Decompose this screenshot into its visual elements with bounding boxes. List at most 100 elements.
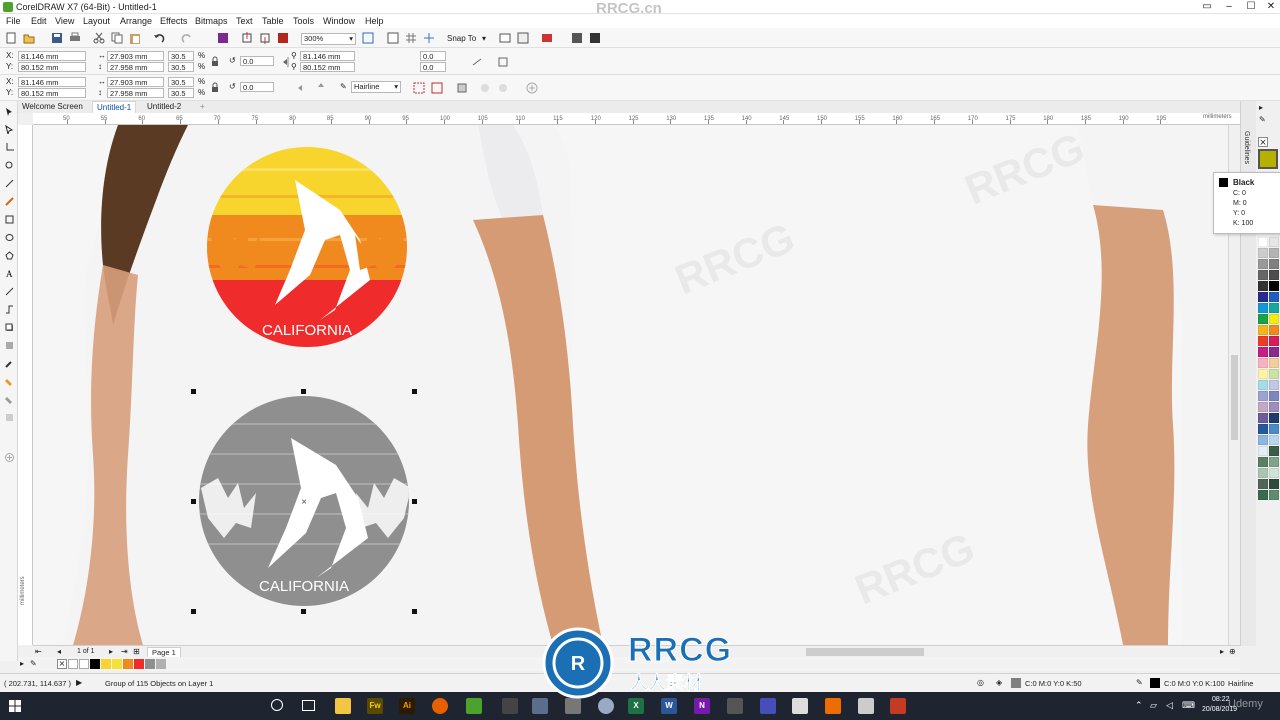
palette-swatch[interactable]: [1269, 380, 1279, 390]
eyedropper-tool-icon[interactable]: [5, 359, 14, 368]
paste-icon[interactable]: [128, 31, 142, 45]
onenote-icon[interactable]: N: [694, 698, 710, 714]
publish-pdf-icon[interactable]: [276, 31, 290, 45]
mirror-horizontal-icon[interactable]: [296, 81, 310, 95]
corel-content-icon[interactable]: [588, 31, 602, 45]
california-gray-emblem[interactable]: CALIFORNIA ×: [196, 393, 421, 615]
minimize-button[interactable]: –: [1218, 0, 1240, 14]
previous-page-icon[interactable]: ◂: [57, 647, 61, 656]
palette-swatch[interactable]: [1258, 424, 1268, 434]
palette-swatch[interactable]: [1258, 435, 1268, 445]
illustrator-icon[interactable]: Ai: [399, 698, 415, 714]
print-icon[interactable]: [68, 31, 82, 45]
palette-swatch[interactable]: [1269, 237, 1279, 247]
drawing-canvas[interactable]: CALIFORNIA CALIFORNIA × RRCG RRCG RRCG: [33, 125, 1228, 645]
show-rulers-icon[interactable]: [386, 31, 400, 45]
color-proofing-icon[interactable]: ◎: [977, 678, 984, 687]
new-document-icon[interactable]: [4, 31, 18, 45]
doc-swatch-yellow[interactable]: [101, 659, 111, 669]
menu-bitmaps[interactable]: Bitmaps: [195, 16, 228, 26]
palette-swatch[interactable]: [1269, 270, 1279, 280]
app-taskbar-icon[interactable]: [502, 698, 518, 714]
menu-window[interactable]: Window: [323, 16, 355, 26]
search-content-icon[interactable]: [216, 31, 230, 45]
app-taskbar-icon[interactable]: [890, 698, 906, 714]
scale-height-field-2[interactable]: 30.5: [168, 88, 194, 98]
menu-edit[interactable]: Edit: [31, 16, 47, 26]
tab-untitled-1[interactable]: Untitled-1: [92, 101, 137, 113]
vertical-scroll-thumb[interactable]: [1231, 355, 1238, 440]
rotation-angle-field[interactable]: 0.0: [240, 56, 274, 66]
tray-chevron-icon[interactable]: ⌃: [1135, 700, 1143, 711]
app-taskbar-icon[interactable]: [858, 698, 874, 714]
palette-swatch[interactable]: [1258, 292, 1268, 302]
no-color-swatch[interactable]: ⨯: [1258, 137, 1268, 147]
palette-swatch[interactable]: [1258, 380, 1268, 390]
palette-swatch[interactable]: [1269, 347, 1279, 357]
smart-fill-icon[interactable]: [5, 395, 14, 404]
palette-swatch[interactable]: [1258, 325, 1268, 335]
next-page-icon[interactable]: ▸: [109, 647, 113, 656]
transparency-tool-icon[interactable]: [5, 341, 14, 350]
application-launcher-icon[interactable]: [516, 31, 530, 45]
show-guidelines-icon[interactable]: [422, 31, 436, 45]
object-width-field-2[interactable]: 27.903 mm: [107, 77, 164, 87]
app-taskbar-icon[interactable]: [792, 698, 808, 714]
selection-handle[interactable]: [412, 499, 417, 504]
palette-swatch[interactable]: [1269, 303, 1279, 313]
zoom-navigator-icon[interactable]: ⊕: [1229, 647, 1236, 656]
word-icon[interactable]: W: [661, 698, 677, 714]
rotation-angle-field-2[interactable]: 0.0: [240, 82, 274, 92]
file-explorer-icon[interactable]: [335, 698, 351, 714]
doc-swatch-yellow[interactable]: [112, 659, 122, 669]
show-grid-icon[interactable]: [404, 31, 418, 45]
parallel-dimension-icon[interactable]: [5, 287, 14, 296]
clock-time[interactable]: 08:22: [1212, 696, 1230, 703]
app-taskbar-icon[interactable]: [760, 698, 776, 714]
redo-icon[interactable]: [180, 31, 194, 45]
lock-ratio-icon[interactable]: [208, 81, 222, 95]
object-width-field[interactable]: 27.903 mm: [107, 51, 164, 61]
last-page-icon[interactable]: ⇥: [121, 647, 128, 656]
menu-view[interactable]: View: [55, 16, 74, 26]
app-taskbar-icon[interactable]: [825, 698, 841, 714]
rectangle-tool-icon[interactable]: [5, 215, 14, 224]
close-button[interactable]: ✕: [1260, 0, 1280, 14]
firefox-icon[interactable]: [432, 698, 448, 714]
palette-swatch[interactable]: [1258, 358, 1268, 368]
palette-swatch[interactable]: [1258, 402, 1268, 412]
selection-handle[interactable]: [412, 609, 417, 614]
selection-handle[interactable]: [301, 609, 306, 614]
doc-swatch-gray[interactable]: [145, 659, 155, 669]
add-preset-icon[interactable]: [525, 81, 539, 95]
open-folder-icon[interactable]: [22, 31, 36, 45]
palette-swatch[interactable]: [1269, 457, 1279, 467]
cut-icon[interactable]: [92, 31, 106, 45]
palette-swatch[interactable]: [1269, 281, 1279, 291]
palette-swatch[interactable]: [1258, 391, 1268, 401]
zoom-level-field[interactable]: 300% ▾: [301, 33, 356, 45]
selection-handle[interactable]: [191, 389, 196, 394]
shape-tool-icon[interactable]: [5, 124, 14, 136]
palette-swatch[interactable]: [1269, 292, 1279, 302]
doc-swatch-gray[interactable]: [156, 659, 166, 669]
app-taskbar-icon[interactable]: [727, 698, 743, 714]
coreldraw-taskbar-icon[interactable]: [466, 698, 482, 714]
palette-swatch[interactable]: [1258, 270, 1268, 280]
windows-start-icon[interactable]: [9, 700, 21, 714]
new-tab-icon[interactable]: +: [196, 101, 209, 113]
palette-swatch[interactable]: [1258, 347, 1268, 357]
add-page-icon[interactable]: ⊞: [133, 647, 140, 656]
palette-swatch[interactable]: [1258, 314, 1268, 324]
outline-width-dropdown[interactable]: Hairline ▾: [351, 81, 401, 93]
undo-icon[interactable]: [152, 31, 166, 45]
palette-swatch[interactable]: [1269, 446, 1279, 456]
skew-vertical-field[interactable]: 0.0: [420, 62, 446, 72]
polygon-tool-icon[interactable]: [5, 251, 14, 260]
palette-swatch[interactable]: [1258, 468, 1268, 478]
eyedropper-icon[interactable]: ✎: [1259, 115, 1266, 124]
menu-file[interactable]: File: [6, 16, 21, 26]
task-view-icon[interactable]: [302, 700, 315, 711]
artistic-media-icon[interactable]: [5, 197, 14, 206]
eyedropper-icon[interactable]: ✎: [30, 659, 37, 668]
